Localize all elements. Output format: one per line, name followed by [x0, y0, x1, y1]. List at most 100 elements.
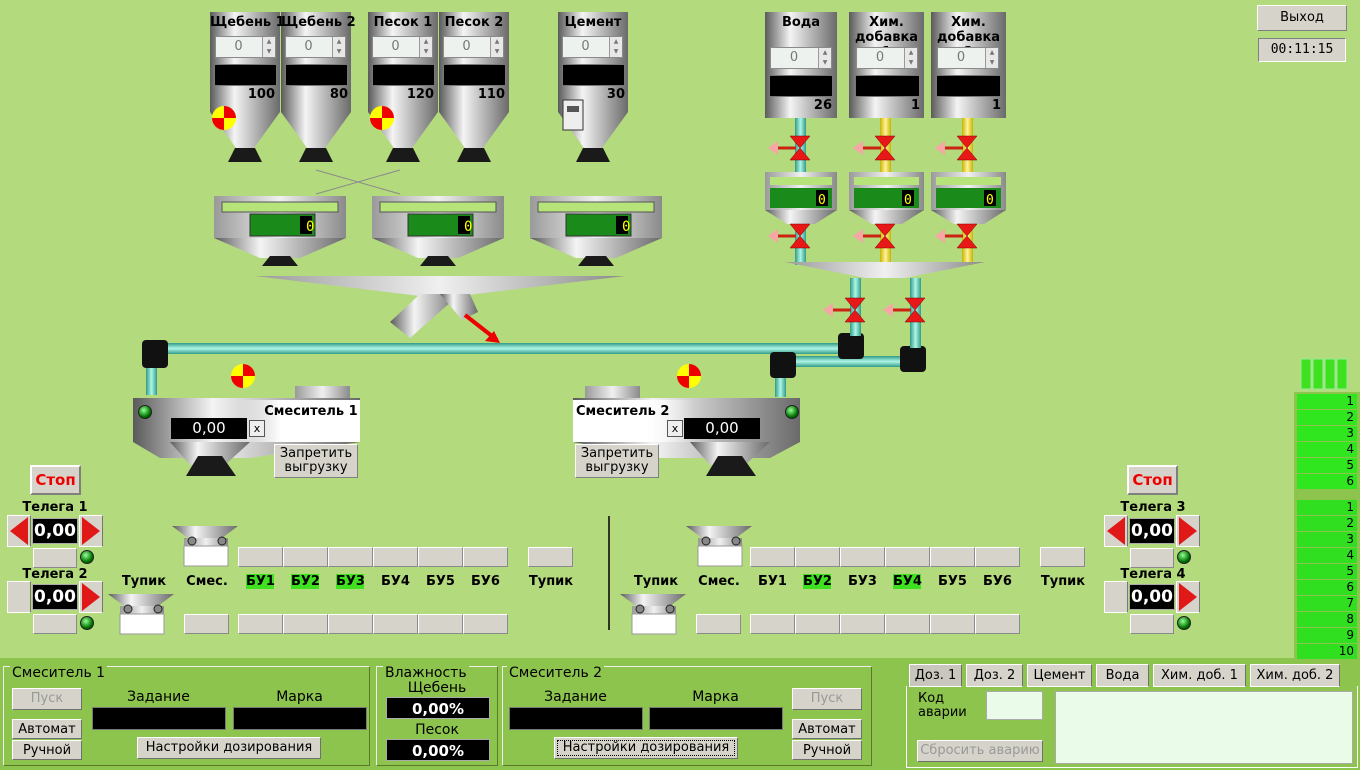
track-right-top-deadend[interactable]: [1040, 547, 1085, 567]
silo-3-amount: 120: [406, 87, 434, 102]
liquid-name-water: Вода: [781, 15, 821, 30]
silo-1-spinner[interactable]: 0 ▲ ▼: [215, 36, 276, 58]
reset-alarm-button[interactable]: Сбросить аварию: [917, 740, 1043, 762]
cart-4-status: [1130, 614, 1174, 634]
tab-dos2[interactable]: Доз. 2: [966, 664, 1023, 687]
tab-chem2[interactable]: Хим. доб. 2: [1250, 664, 1340, 687]
track-left-bottom-6[interactable]: [463, 614, 508, 634]
track-left-label-deadend1: Тупик: [121, 574, 167, 589]
tab-cement[interactable]: Цемент: [1027, 664, 1092, 687]
track-right-top-4[interactable]: [885, 547, 930, 567]
right-list-bottom-item[interactable]: 9: [1297, 628, 1357, 643]
mixer-2-manual-button[interactable]: Ручной: [792, 740, 862, 760]
right-list-bottom-item[interactable]: 10: [1297, 644, 1357, 659]
mixer-1-start-button[interactable]: Пуск: [12, 688, 82, 710]
cart-3-status: [1130, 548, 1174, 568]
tab-chem1[interactable]: Хим. доб. 1: [1153, 664, 1246, 687]
track-right-bottom-3[interactable]: [840, 614, 885, 634]
stop-button-left[interactable]: Стоп: [30, 465, 81, 495]
mixer-1-dosing-settings-button[interactable]: Настройки дозирования: [137, 737, 321, 759]
track-left-bottom-3[interactable]: [328, 614, 373, 634]
mixer-1-grade-field[interactable]: [233, 707, 367, 730]
tab-water[interactable]: Вода: [1096, 664, 1149, 687]
chem1-spinner[interactable]: 0 ▲ ▼: [856, 47, 918, 69]
cart-3-left-arrow[interactable]: [1104, 515, 1128, 547]
cart-4-left-arrow[interactable]: [1104, 581, 1128, 613]
mixer-2-start-button[interactable]: Пуск: [792, 688, 862, 710]
cart-4-value: 0,00: [1129, 584, 1175, 610]
silo-name-1: Щебень 1: [210, 15, 285, 30]
track-left-top-5[interactable]: [418, 547, 463, 567]
cart-4-right-arrow[interactable]: [1176, 581, 1200, 613]
right-list-top-item[interactable]: 4: [1297, 442, 1357, 457]
right-list-top-item[interactable]: 1: [1297, 394, 1357, 409]
mixer-2-grade-label: Марка: [692, 689, 739, 705]
stop-button-right[interactable]: Стоп: [1127, 465, 1178, 495]
silo-4-spinner[interactable]: 0 ▲ ▼: [443, 36, 504, 58]
mixer-2-auto-button[interactable]: Автомат: [792, 719, 862, 739]
cart-2-left-arrow[interactable]: [7, 581, 31, 613]
mixer-2-grade-field[interactable]: [649, 707, 783, 730]
mixer-1-lamp: [138, 405, 152, 419]
track-right-bottom-6[interactable]: [975, 614, 1020, 634]
track-left-bottom-2[interactable]: [283, 614, 328, 634]
cart-3-right-arrow[interactable]: [1176, 515, 1200, 547]
track-left-top-2[interactable]: [283, 547, 328, 567]
tab-dos1[interactable]: Доз. 1: [909, 664, 962, 687]
alarm-code-label: Код аварии: [918, 691, 967, 720]
right-list-bottom-item[interactable]: 5: [1297, 564, 1357, 579]
right-list-top-item[interactable]: 5: [1297, 458, 1357, 473]
track-right-bottom-mixer[interactable]: [696, 614, 741, 634]
right-list-bottom-item[interactable]: 6: [1297, 580, 1357, 595]
track-left-bottom-1[interactable]: [238, 614, 283, 634]
track-left-top-1[interactable]: [238, 547, 283, 567]
track-right-top-2[interactable]: [795, 547, 840, 567]
right-list-top-item[interactable]: 6: [1297, 474, 1357, 489]
track-right-top-5[interactable]: [930, 547, 975, 567]
chem2-spinner[interactable]: 0 ▲ ▼: [937, 47, 999, 69]
track-left-top-deadend[interactable]: [528, 547, 573, 567]
mixer-1-name: Смеситель 1: [264, 404, 358, 419]
mixer-2-x-button[interactable]: x: [667, 420, 683, 437]
track-right-top-1[interactable]: [750, 547, 795, 567]
mixer-1-block-unload-button[interactable]: Запретить выгрузку: [274, 444, 358, 478]
right-list-bottom-item[interactable]: 7: [1297, 596, 1357, 611]
track-left-top-6[interactable]: [463, 547, 508, 567]
right-list-top-item[interactable]: 3: [1297, 426, 1357, 441]
track-right-bottom-1[interactable]: [750, 614, 795, 634]
track-right-bottom-5[interactable]: [930, 614, 975, 634]
mixer-1-x-button[interactable]: x: [249, 420, 265, 437]
track-right-bottom-4[interactable]: [885, 614, 930, 634]
mixer-2-block-unload-button[interactable]: Запретить выгрузку: [575, 444, 659, 478]
track-left-label-bu5: БУ5: [426, 574, 455, 589]
cart-1-left-arrow[interactable]: [7, 515, 31, 547]
mixer-2-dosing-settings-button[interactable]: Настройки дозирования: [554, 737, 738, 759]
right-list-bottom-item[interactable]: 2: [1297, 516, 1357, 531]
mixer-1-auto-button[interactable]: Автомат: [12, 719, 82, 739]
exit-button[interactable]: Выход: [1257, 5, 1347, 31]
mixer-1-task-field[interactable]: [92, 707, 226, 730]
track-right-top-6[interactable]: [975, 547, 1020, 567]
silo-name-2: Щебень 2: [281, 15, 356, 30]
track-left-top-3[interactable]: [328, 547, 373, 567]
track-left-bottom-mixer[interactable]: [184, 614, 229, 634]
silo-3-spinner[interactable]: 0 ▲ ▼: [372, 36, 433, 58]
track-left-bottom-4[interactable]: [373, 614, 418, 634]
cart-2-right-arrow[interactable]: [79, 581, 103, 613]
track-right-bottom-2[interactable]: [795, 614, 840, 634]
right-list-bottom-item[interactable]: 3: [1297, 532, 1357, 547]
right-list-bottom-item[interactable]: 8: [1297, 612, 1357, 627]
silo-2-spinner[interactable]: 0 ▲ ▼: [285, 36, 346, 58]
right-list-bottom-item[interactable]: 1: [1297, 500, 1357, 515]
track-left-bottom-5[interactable]: [418, 614, 463, 634]
silo-name-3: Песок 1: [373, 15, 433, 30]
right-list-top-item[interactable]: 2: [1297, 410, 1357, 425]
water-spinner[interactable]: 0 ▲ ▼: [770, 47, 832, 69]
mixer-1-manual-button[interactable]: Ручной: [12, 740, 82, 760]
track-right-top-3[interactable]: [840, 547, 885, 567]
track-left-top-4[interactable]: [373, 547, 418, 567]
silo-cement-spinner[interactable]: 0 ▲ ▼: [562, 36, 623, 58]
right-list-bottom-item[interactable]: 4: [1297, 548, 1357, 563]
cart-1-right-arrow[interactable]: [79, 515, 103, 547]
mixer-2-task-field[interactable]: [509, 707, 643, 730]
